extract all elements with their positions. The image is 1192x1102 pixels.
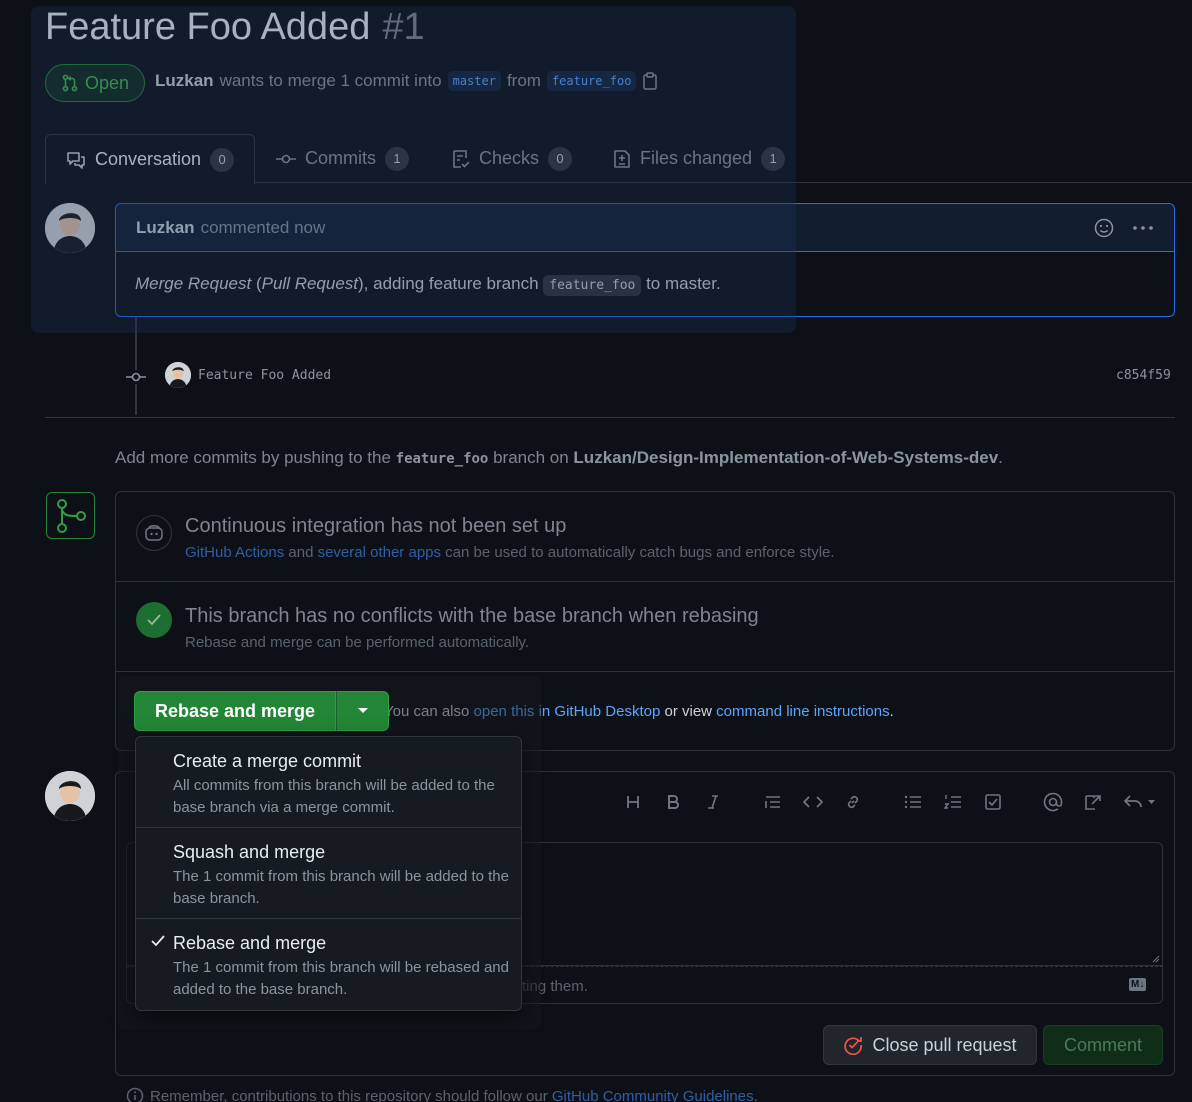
markdown-icon[interactable]: M↓ — [1129, 978, 1147, 991]
commit-sha[interactable]: c854f59 — [1116, 368, 1171, 383]
heading-icon[interactable] — [622, 791, 644, 813]
ci-text: and — [284, 544, 318, 561]
conflicts-subtitle: Rebase and merge can be performed automa… — [185, 634, 530, 651]
merge-method-menu: Create a merge commit All commits from t… — [135, 736, 522, 1011]
smiley-icon[interactable] — [1094, 218, 1114, 238]
cross-reference-icon[interactable] — [1082, 791, 1104, 813]
github-actions-link[interactable]: GitHub Actions — [185, 544, 284, 561]
conflicts-title: This branch has no conflicts with the ba… — [185, 605, 759, 627]
merge-method-dropdown[interactable] — [336, 691, 390, 731]
mention-icon[interactable] — [1042, 791, 1064, 813]
hint-branch: feature_foo — [395, 451, 489, 467]
hint-text: Add more commits by pushing to the — [115, 448, 396, 467]
avatar[interactable] — [45, 771, 95, 821]
merge-option-rebase[interactable]: Rebase and merge The 1 commit from this … — [136, 919, 521, 1010]
check-circle-icon — [136, 602, 172, 638]
quote-icon[interactable] — [762, 791, 784, 813]
reply-icon[interactable] — [1122, 791, 1158, 813]
commit-message[interactable]: Feature Foo Added — [198, 368, 331, 383]
comment-button[interactable]: Comment — [1043, 1025, 1163, 1065]
footer-text: Remember, contributions to this reposito… — [150, 1087, 552, 1102]
merge-option-squash[interactable]: Squash and merge The 1 commit from this … — [136, 828, 521, 919]
hint-text: . — [998, 448, 1003, 467]
hint-repo: Luzkan/Design-Implementation-of-Web-Syst… — [573, 448, 999, 467]
option-desc: The 1 commit from this branch will be ad… — [173, 868, 509, 907]
ci-title: Continuous integration has not been set … — [185, 515, 567, 537]
bold-icon[interactable] — [662, 791, 684, 813]
issue-closed-icon — [843, 1035, 863, 1055]
option-desc: The 1 commit from this branch will be re… — [173, 959, 509, 998]
guidelines-link[interactable]: GitHub Community Guidelines — [552, 1088, 754, 1102]
close-label: Close pull request — [872, 1034, 1017, 1055]
close-pull-request-button[interactable]: Close pull request — [823, 1025, 1037, 1065]
info-icon — [126, 1087, 144, 1102]
option-title: Rebase and merge — [173, 933, 327, 953]
rebase-and-merge-button[interactable]: Rebase and merge — [134, 691, 337, 731]
option-desc: All commits from this branch will be add… — [173, 777, 495, 816]
link-icon[interactable] — [842, 791, 864, 813]
ci-text: can be used to automatically catch bugs … — [441, 544, 835, 561]
unordered-list-icon[interactable] — [902, 791, 924, 813]
also-text: . — [889, 703, 894, 720]
cli-instructions-link[interactable]: command line instructions — [716, 703, 889, 720]
tasklist-icon[interactable] — [982, 791, 1004, 813]
code-icon[interactable] — [802, 791, 824, 813]
kebab-horizontal-icon[interactable] — [1132, 225, 1154, 231]
triangle-down-icon — [357, 707, 369, 715]
check-icon — [150, 934, 166, 948]
git-commit-icon — [126, 370, 146, 384]
commit-avatar[interactable] — [165, 362, 191, 388]
other-apps-link[interactable]: several other apps — [318, 544, 441, 561]
also-text: or view — [660, 703, 717, 720]
copilot-icon — [136, 515, 172, 551]
option-title: Create a merge commit — [173, 751, 362, 771]
merge-option-merge-commit[interactable]: Create a merge commit All commits from t… — [136, 737, 521, 828]
italic-icon[interactable] — [702, 791, 724, 813]
ci-subtitle: GitHub Actions and several other apps ca… — [185, 544, 835, 561]
merge-button-group: Rebase and merge — [134, 691, 390, 731]
ordered-list-icon[interactable] — [942, 791, 964, 813]
option-title: Squash and merge — [173, 842, 326, 862]
conflicts-section: This branch has no conflicts with the ba… — [116, 582, 1174, 672]
hint-text: branch on — [488, 448, 574, 467]
footer-text: . — [753, 1087, 758, 1102]
git-merge-icon — [46, 492, 95, 539]
ci-section: Continuous integration has not been set … — [116, 492, 1174, 582]
focus-highlight — [31, 6, 796, 333]
guidelines-note: Remember, contributions to this reposito… — [126, 1087, 758, 1102]
push-hint: Add more commits by pushing to the featu… — [115, 448, 1003, 468]
timeline-divider — [45, 417, 1175, 418]
